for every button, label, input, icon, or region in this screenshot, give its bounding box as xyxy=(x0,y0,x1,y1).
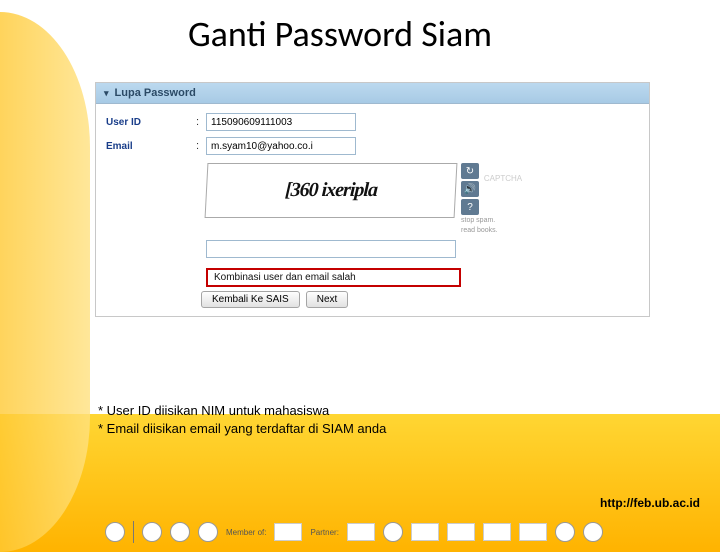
memberof-label: Member of: xyxy=(226,528,266,537)
page-title: Ganti Password Siam xyxy=(0,12,680,56)
error-message: Kombinasi user dan email salah xyxy=(206,268,461,287)
captcha-input[interactable] xyxy=(206,240,456,258)
userid-input[interactable] xyxy=(206,113,356,131)
logo-partner6-icon xyxy=(555,522,575,542)
captcha-refresh-icon[interactable]: ↻ xyxy=(461,163,479,179)
note-line-1: * User ID diisikan NIM untuk mahasiswa xyxy=(98,402,386,420)
instruction-notes: * User ID diisikan NIM untuk mahasiswa *… xyxy=(98,402,386,438)
captcha-info1: stop spam. xyxy=(461,217,523,225)
email-input[interactable] xyxy=(206,137,356,155)
captcha-controls: ↻ 🔊 ? CAPTCHA stop spam. read books. xyxy=(461,163,523,234)
colon: : xyxy=(196,140,206,152)
logo-ble-icon xyxy=(198,522,218,542)
logo-aacsb-icon xyxy=(274,523,302,541)
back-button[interactable]: Kembali Ke SAIS xyxy=(201,291,300,308)
captcha-audio-icon[interactable]: 🔊 xyxy=(461,181,479,197)
decorative-wave xyxy=(0,12,90,552)
logo-partner1-icon xyxy=(347,523,375,541)
captcha-block: [360 ixeripla ↻ 🔊 ? CAPTCHA stop spam. r… xyxy=(206,163,639,234)
logo-hague-icon xyxy=(483,523,511,541)
logo-msu-icon xyxy=(519,523,547,541)
button-row: Kembali Ke SAIS Next xyxy=(201,291,639,308)
email-label: Email xyxy=(106,141,196,152)
footer-url: http://feb.ub.ac.id xyxy=(600,496,700,510)
captcha-info2: read books. xyxy=(461,227,523,235)
logo-partner2-icon xyxy=(383,522,403,542)
email-row: Email : xyxy=(106,134,639,158)
form-body: User ID : Email : [360 ixeripla ↻ 🔊 ? CA… xyxy=(96,104,649,316)
logo-icg-icon xyxy=(447,523,475,541)
userid-row: User ID : xyxy=(106,110,639,134)
note-line-2: * Email diisikan email yang terdaftar di… xyxy=(98,420,386,438)
logo-usm-icon xyxy=(411,523,439,541)
colon: : xyxy=(196,116,206,128)
logo-ub-icon xyxy=(105,522,125,542)
next-button[interactable]: Next xyxy=(306,291,349,308)
recaptcha-logo-icon: CAPTCHA xyxy=(483,163,523,193)
logo-feb-icon xyxy=(142,522,162,542)
captcha-input-row xyxy=(206,238,639,258)
window-title: Lupa Password xyxy=(115,87,196,99)
userid-label: User ID xyxy=(106,117,196,128)
captcha-help-icon[interactable]: ? xyxy=(461,199,479,215)
expand-icon[interactable]: ▾ xyxy=(104,88,109,99)
window-header: ▾ Lupa Password xyxy=(96,83,649,104)
password-form-window: ▾ Lupa Password User ID : Email : [360 i… xyxy=(95,82,650,317)
logo-r-icon xyxy=(170,522,190,542)
partner-label: Partner: xyxy=(310,528,338,537)
logo-partner7-icon xyxy=(583,522,603,542)
captcha-image: [360 ixeripla xyxy=(205,163,458,218)
